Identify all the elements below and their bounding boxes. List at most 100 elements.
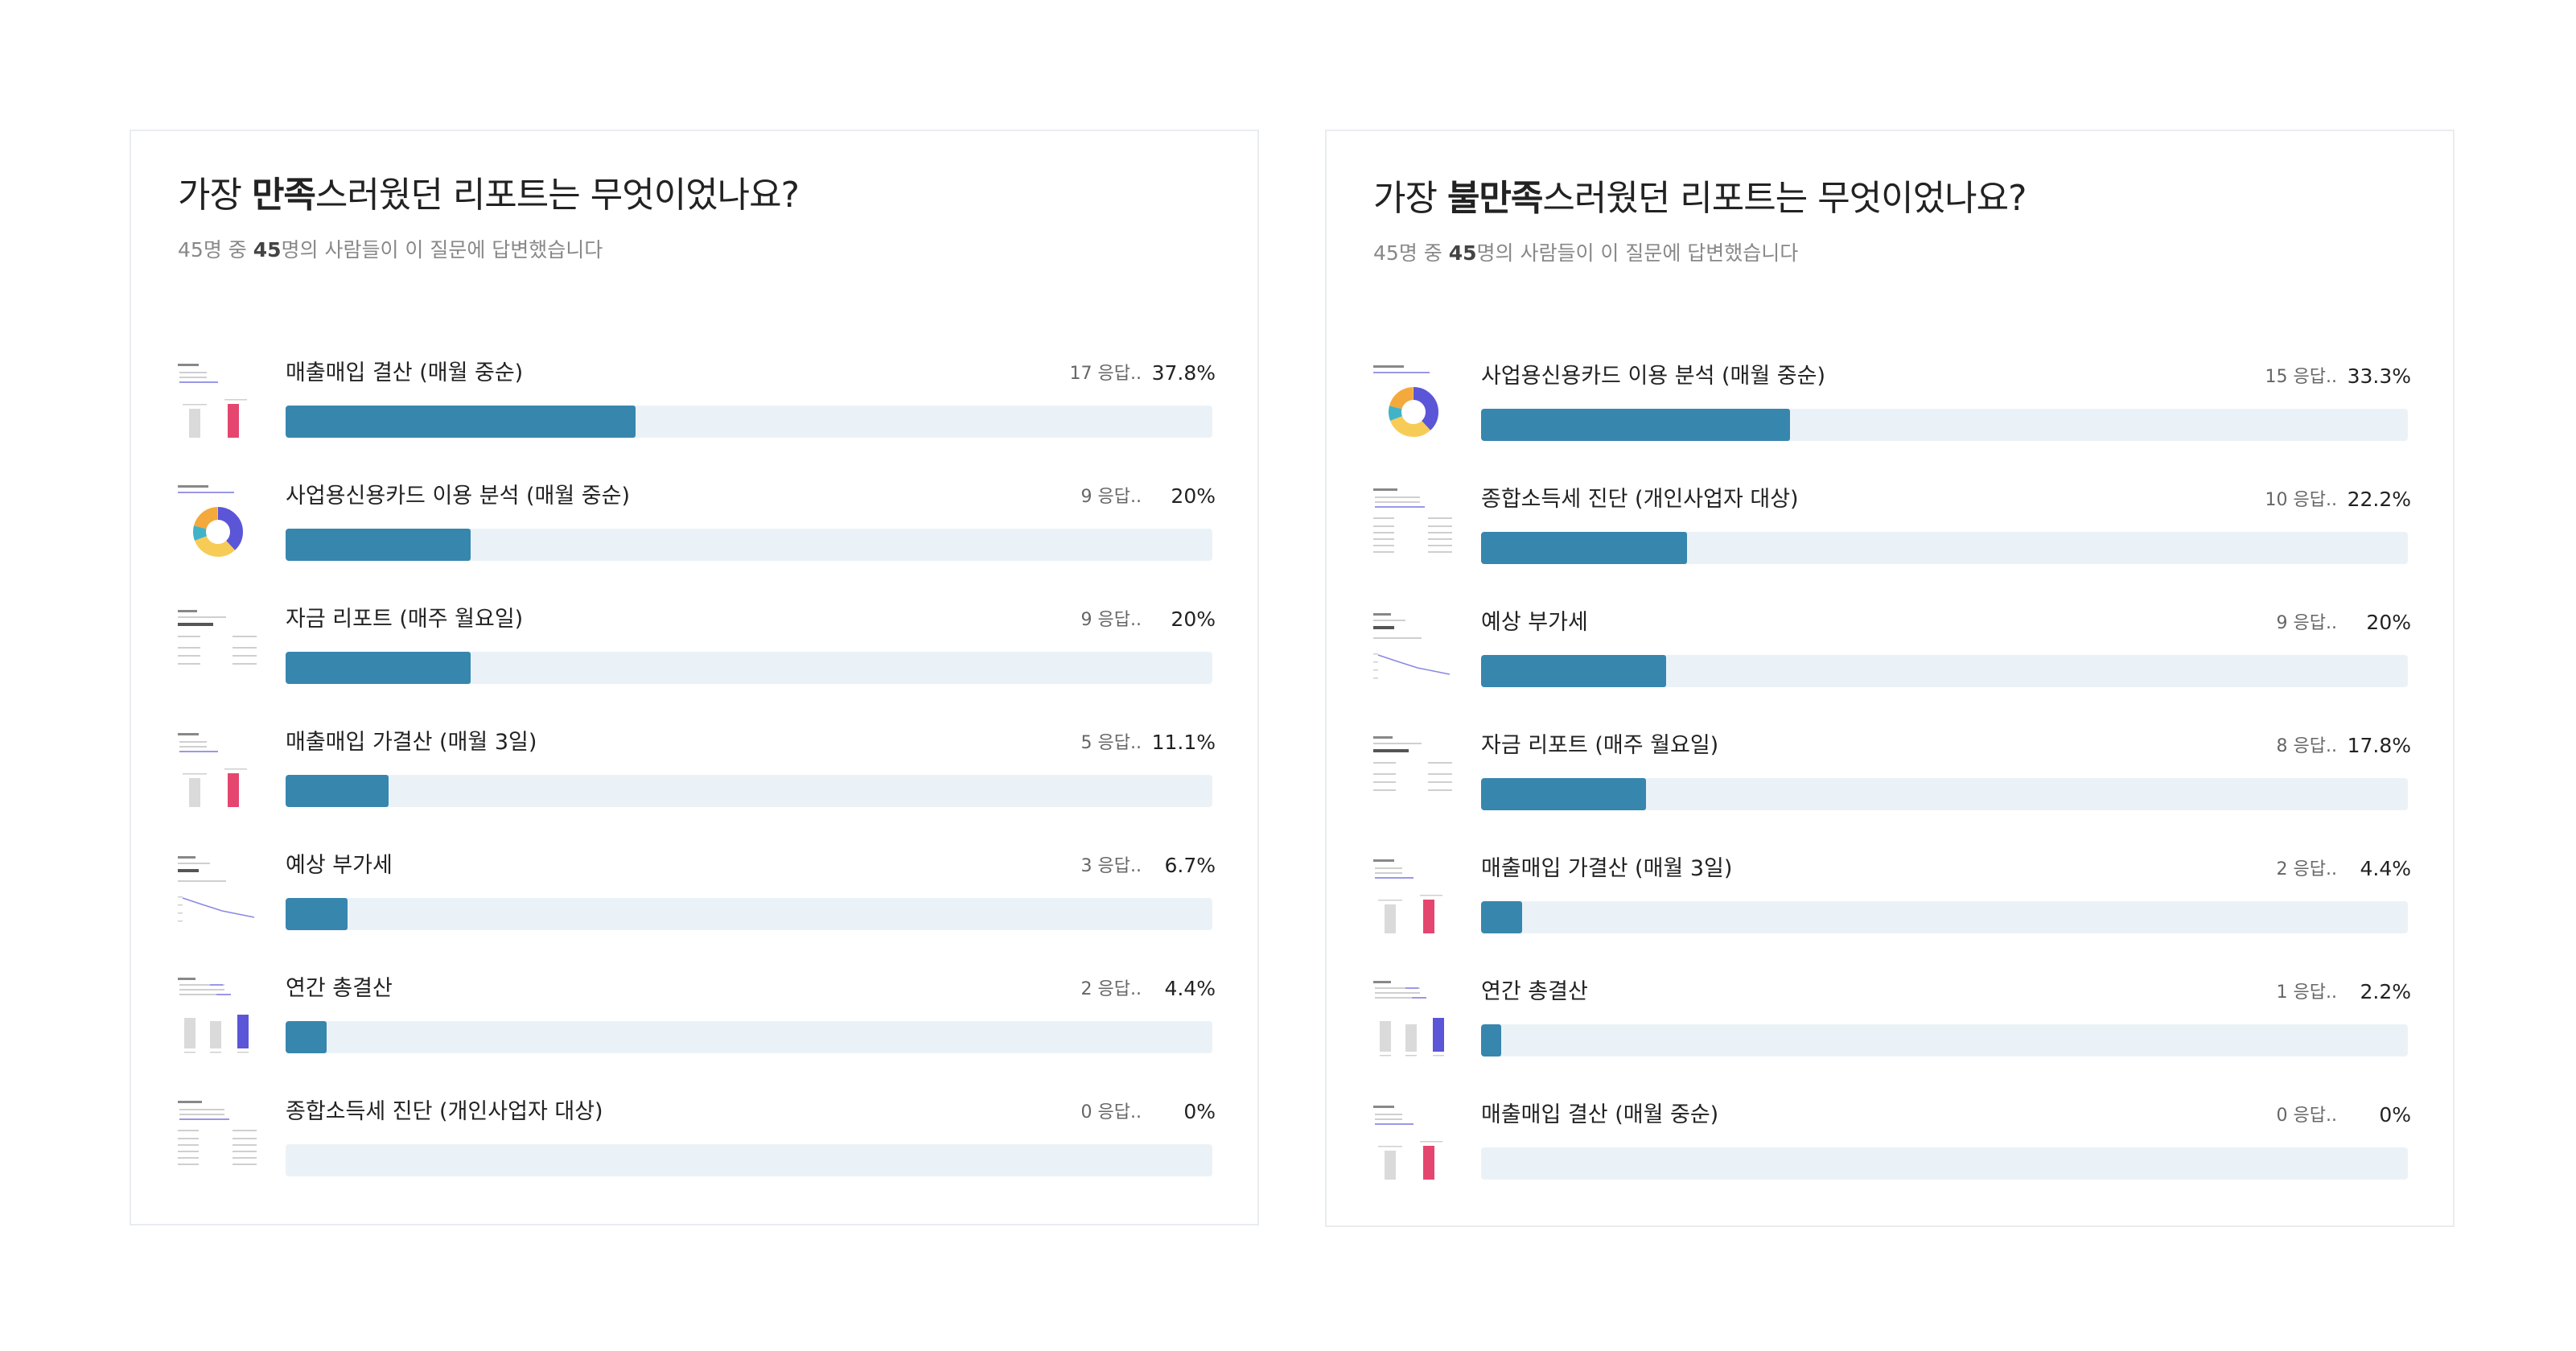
progress-fill	[286, 406, 636, 438]
progress-track	[1481, 532, 2408, 564]
response-percent: 17.8%	[2347, 734, 2411, 757]
progress-track	[1481, 655, 2408, 687]
response-count: 10 응답..	[2265, 490, 2337, 510]
response-count: 17 응답..	[1069, 364, 1142, 384]
answer-row: 예상 부가세 9 응답.. 20%	[1373, 608, 2411, 697]
response-percent: 37.8%	[1151, 361, 1216, 385]
response-count: 9 응답..	[1080, 487, 1142, 507]
progress-fill	[286, 1021, 327, 1053]
response-count: 5 응답..	[1080, 733, 1142, 753]
progress-fill	[1481, 778, 1647, 810]
answer-label: 매출매입 결산 (매월 중순)	[286, 360, 524, 385]
answer-row: 사업용신용카드 이용 분석 (매월 중순) 9 응답.. 20%	[178, 482, 1216, 570]
answer-row: 자금 리포트 (매주 월요일) 9 응답.. 20%	[178, 605, 1216, 694]
progress-fill	[1481, 901, 1522, 933]
fund-table-thumbnail	[1373, 731, 1454, 820]
progress-track	[286, 406, 1212, 438]
response-percent: 4.4%	[2360, 857, 2411, 880]
response-count: 2 응답..	[2276, 859, 2337, 879]
sales-bar-thumbnail	[178, 359, 258, 447]
response-count: 3 응답..	[1080, 856, 1142, 876]
progress-fill	[286, 652, 471, 684]
answer-row: 매출매입 가결산 (매월 3일) 5 응답.. 11.1%	[178, 728, 1216, 817]
progress-fill	[286, 898, 348, 930]
response-percent: 22.2%	[2347, 488, 2411, 511]
answer-label: 사업용신용카드 이용 분석 (매월 중순)	[1481, 364, 1825, 389]
response-count: 0 응답..	[1080, 1102, 1142, 1122]
answer-label: 연간 총결산	[1481, 979, 1588, 1004]
answer-label: 매출매입 가결산 (매월 3일)	[286, 730, 537, 755]
tax-table-thumbnail	[178, 1098, 258, 1186]
answer-row: 연간 총결산 2 응답.. 4.4%	[178, 974, 1216, 1063]
fund-table-thumbnail	[178, 605, 258, 694]
progress-track	[1481, 1024, 2408, 1056]
response-count: 0 응답..	[2276, 1106, 2337, 1126]
answer-row: 사업용신용카드 이용 분석 (매월 중순) 15 응답.. 33.3%	[1373, 362, 2411, 451]
progress-fill	[1481, 409, 1790, 441]
response-percent: 2.2%	[2360, 980, 2411, 1003]
answer-label: 자금 리포트 (매주 월요일)	[286, 607, 524, 632]
sales-bar-thumbnail	[1373, 1101, 1454, 1189]
progress-track	[286, 652, 1212, 684]
response-count: 1 응답..	[2276, 982, 2337, 1003]
progress-fill	[1481, 655, 1667, 687]
progress-track	[1481, 1147, 2408, 1180]
answer-label: 종합소득세 진단 (개인사업자 대상)	[286, 1099, 603, 1124]
answer-label: 자금 리포트 (매주 월요일)	[1481, 733, 1719, 758]
response-count: 9 응답..	[2276, 613, 2337, 633]
response-count: 15 응답..	[2265, 367, 2337, 387]
response-percent: 4.4%	[1164, 977, 1216, 1000]
answer-row: 종합소득세 진단 (개인사업자 대상) 10 응답.. 22.2%	[1373, 485, 2411, 574]
response-summary: 45명 중 45명의 사람들이 이 질문에 답변했습니다	[178, 238, 603, 262]
sales-bar-thumbnail	[1373, 855, 1454, 943]
annual-bar-thumbnail	[1373, 978, 1454, 1066]
annual-bar-thumbnail	[178, 974, 258, 1063]
answer-row: 자금 리포트 (매주 월요일) 8 응답.. 17.8%	[1373, 731, 2411, 820]
donut-chart-thumbnail	[1373, 362, 1454, 451]
sales-bar-thumbnail	[178, 728, 258, 817]
response-percent: 20%	[1171, 608, 1216, 631]
response-percent: 0%	[1183, 1100, 1216, 1123]
answer-label: 매출매입 가결산 (매월 3일)	[1481, 856, 1733, 881]
progress-fill	[286, 775, 389, 807]
response-count: 2 응답..	[1080, 979, 1142, 999]
answer-row: 매출매입 결산 (매월 중순) 17 응답.. 37.8%	[178, 359, 1216, 447]
answer-row: 매출매입 가결산 (매월 3일) 2 응답.. 4.4%	[1373, 855, 2411, 943]
progress-fill	[1481, 532, 1687, 564]
progress-fill	[1481, 1024, 1502, 1056]
response-percent: 0%	[2379, 1103, 2411, 1127]
response-percent: 20%	[2366, 611, 2411, 634]
response-count: 9 응답..	[1080, 610, 1142, 630]
progress-fill	[286, 529, 471, 561]
progress-track	[1481, 901, 2408, 933]
donut-chart-thumbnail	[178, 482, 258, 570]
answer-label: 사업용신용카드 이용 분석 (매월 중순)	[286, 484, 630, 509]
answer-row: 종합소득세 진단 (개인사업자 대상) 0 응답.. 0%	[178, 1098, 1216, 1186]
progress-track	[1481, 409, 2408, 441]
answer-label: 연간 총결산	[286, 976, 393, 1001]
response-percent: 11.1%	[1151, 731, 1216, 754]
answer-label: 예상 부가세	[286, 853, 393, 878]
question-title: 가장 불만족스러웠던 리포트는 무엇이었나요?	[1373, 178, 2027, 219]
answer-row: 매출매입 결산 (매월 중순) 0 응답.. 0%	[1373, 1101, 2411, 1189]
response-percent: 6.7%	[1164, 854, 1216, 877]
answer-label: 매출매입 결산 (매월 중순)	[1481, 1102, 1719, 1127]
progress-track	[286, 1021, 1212, 1053]
answer-row: 예상 부가세 3 응답.. 6.7%	[178, 851, 1216, 940]
response-summary: 45명 중 45명의 사람들이 이 질문에 답변했습니다	[1373, 241, 1799, 265]
vat-line-thumbnail	[1373, 608, 1454, 697]
response-percent: 33.3%	[2347, 365, 2411, 388]
progress-track	[1481, 778, 2408, 810]
response-count: 8 응답..	[2276, 736, 2337, 756]
progress-track	[286, 898, 1212, 930]
response-percent: 20%	[1171, 484, 1216, 508]
progress-track	[286, 775, 1212, 807]
answer-label: 예상 부가세	[1481, 610, 1588, 635]
progress-track	[286, 529, 1212, 561]
satisfied-survey-card: 가장 만족스러웠던 리포트는 무엇이었나요? 45명 중 45명의 사람들이 이…	[130, 130, 1259, 1225]
progress-track	[286, 1144, 1212, 1176]
dissatisfied-survey-card: 가장 불만족스러웠던 리포트는 무엇이었나요? 45명 중 45명의 사람들이 …	[1325, 130, 2455, 1227]
answer-row: 연간 총결산 1 응답.. 2.2%	[1373, 978, 2411, 1066]
tax-table-thumbnail	[1373, 485, 1454, 574]
question-title: 가장 만족스러웠던 리포트는 무엇이었나요?	[178, 175, 800, 216]
